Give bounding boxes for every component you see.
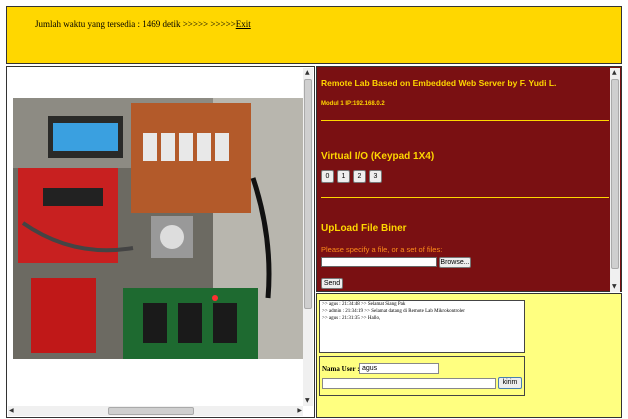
exit-link[interactable]: Exit — [236, 19, 251, 29]
send-file-button[interactable]: Send — [321, 278, 343, 289]
key-3-button[interactable]: 3 — [369, 170, 382, 183]
user-name-input[interactable]: agus — [359, 363, 439, 374]
file-path-input[interactable] — [321, 257, 437, 267]
left-horizontal-scroll-thumb[interactable] — [108, 407, 194, 415]
scroll-down-arrow-icon[interactable]: ▼ — [612, 283, 617, 291]
panel-title: Remote Lab Based on Embedded Web Server … — [321, 78, 557, 88]
send-message-button[interactable]: kirim — [498, 377, 522, 389]
browse-button[interactable]: Browse... — [439, 257, 471, 268]
virtual-io-heading: Virtual I/O (Keypad 1X4) — [321, 151, 435, 162]
time-remaining-label: Jumlah waktu yang tersedia : 1469 detik … — [35, 19, 236, 29]
upload-prompt: Please specify a file, or a set of files… — [321, 245, 443, 254]
divider — [321, 120, 609, 121]
upload-heading: UpLoad File Biner — [321, 223, 407, 234]
left-horizontal-scrollbar[interactable]: ◀ ▶ — [8, 406, 303, 416]
key-1-button[interactable]: 1 — [337, 170, 350, 183]
scroll-up-arrow-icon[interactable]: ▲ — [612, 69, 617, 77]
left-vertical-scroll-thumb[interactable] — [304, 79, 312, 309]
chat-message: >> admin : 21:34:19 >> Selamat datang di… — [322, 309, 465, 314]
chat-message: >> agus : 21:31:35 >> Hallo, — [322, 316, 381, 321]
chat-input-area: Nama User : agus kirim — [319, 356, 525, 396]
panel-vertical-scroll-thumb[interactable] — [611, 79, 619, 269]
message-input[interactable] — [322, 378, 496, 389]
control-panel: Remote Lab Based on Embedded Web Server … — [316, 66, 622, 292]
top-frame: Jumlah waktu yang tersedia : 1469 detik … — [6, 6, 622, 64]
panel-vertical-scrollbar[interactable]: ▲ ▼ — [610, 68, 620, 292]
user-name-label: Nama User : — [322, 365, 360, 373]
left-vertical-scrollbar[interactable]: ▲ ▼ — [303, 68, 313, 406]
scroll-down-arrow-icon[interactable]: ▼ — [305, 397, 310, 405]
divider — [321, 197, 609, 198]
key-0-button[interactable]: 0 — [321, 170, 334, 183]
scroll-up-arrow-icon[interactable]: ▲ — [305, 69, 310, 77]
camera-frame: ▲ ▼ ◀ ▶ — [6, 66, 315, 418]
chat-log: >> agus : 21:34:48 >> Selamat Siang Pak … — [319, 300, 525, 353]
time-remaining-text: Jumlah waktu yang tersedia : 1469 detik … — [35, 19, 251, 29]
scroll-left-arrow-icon[interactable]: ◀ — [9, 407, 14, 415]
chat-panel: >> agus : 21:34:48 >> Selamat Siang Pak … — [316, 293, 622, 418]
lab-board-photo — [13, 98, 305, 359]
keypad: 0 1 2 3 — [321, 170, 382, 183]
chat-message: >> agus : 21:34:48 >> Selamat Siang Pak — [322, 302, 406, 307]
board-photo-drawing — [13, 98, 305, 359]
module-ip: Modul 1 IP:192.168.0.2 — [321, 101, 385, 107]
scroll-right-arrow-icon[interactable]: ▶ — [297, 407, 302, 415]
key-2-button[interactable]: 2 — [353, 170, 366, 183]
